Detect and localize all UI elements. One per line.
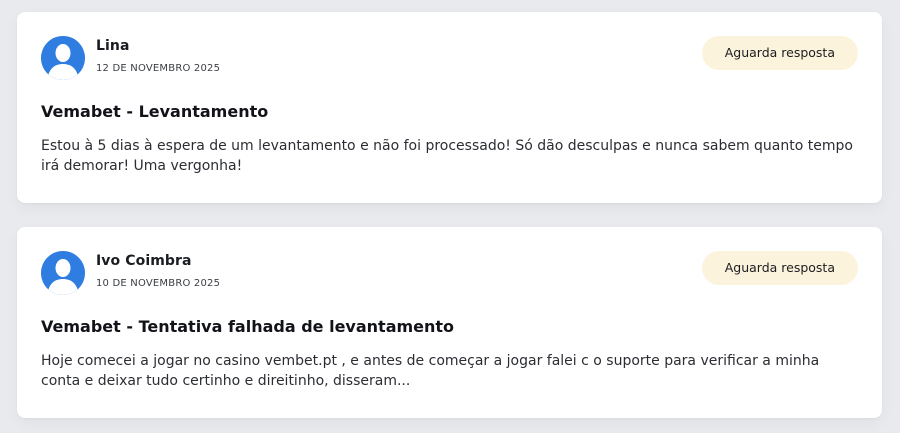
- review-card[interactable]: Ivo Coimbra 10 DE NOVEMBRO 2025 Aguarda …: [17, 227, 882, 418]
- review-text: Hoje comecei a jogar no casino vembet.pt…: [41, 353, 820, 389]
- review-date: 10 DE NOVEMBRO 2025: [96, 278, 221, 289]
- review-list: Lina 12 DE NOVEMBRO 2025 Aguarda respost…: [0, 0, 900, 433]
- user-avatar-icon: [41, 251, 85, 295]
- review-author: Ivo Coimbra: [96, 253, 192, 269]
- review-text: Estou à 5 dias à espera de um levantamen…: [41, 138, 853, 174]
- status-badge[interactable]: Aguarda resposta: [701, 251, 858, 285]
- user-avatar-icon: [41, 36, 85, 80]
- status-badge[interactable]: Aguarda resposta: [701, 36, 858, 70]
- review-title[interactable]: Vemabet - Levantamento: [41, 102, 268, 121]
- review-title[interactable]: Vemabet - Tentativa falhada de levantame…: [41, 317, 454, 336]
- review-author: Lina: [96, 38, 130, 54]
- review-card[interactable]: Lina 12 DE NOVEMBRO 2025 Aguarda respost…: [17, 12, 882, 203]
- review-date: 12 DE NOVEMBRO 2025: [96, 63, 221, 74]
